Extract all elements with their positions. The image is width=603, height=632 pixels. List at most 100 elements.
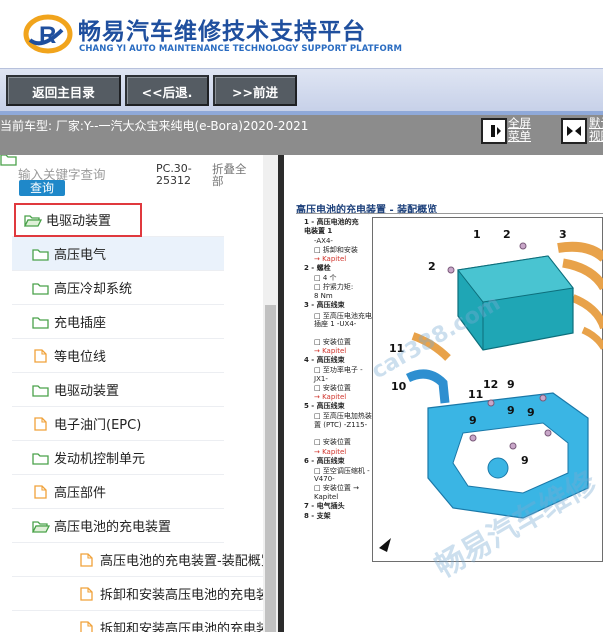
tree-item-label: 高压电池的充电装置: [54, 520, 172, 535]
callout-label: 9: [527, 406, 535, 419]
legend-entry: 3 - 高压线束: [304, 301, 345, 310]
legend-entry: 7 - 电气插头: [304, 502, 345, 511]
legend-entry: 4 - 高压线束: [304, 356, 345, 364]
default-view-link[interactable]: 默认 视图: [589, 117, 603, 143]
legend-entry: □ 至功率电子 -JX1-: [314, 366, 363, 383]
tree-item-label: 充电插座: [54, 316, 107, 331]
legend-entry: → Kapitel: [314, 447, 347, 456]
tree-item-label: 高压电气: [54, 248, 107, 263]
legend-entry: □ 至高压电池充电插座 1 -UX4-: [314, 311, 372, 329]
tree-item[interactable]: 电子油门(EPC): [12, 407, 224, 441]
callout-label: 9: [507, 404, 515, 417]
tree-item[interactable]: 高压电池的充电装置-装配概览: [12, 543, 274, 577]
callout-label: 11: [468, 388, 484, 401]
tree-item-label: 等电位线: [54, 350, 107, 365]
legend-entry: → Kapitel: [314, 346, 347, 355]
tree-item-label: 高压电池的充电装置-装配概览: [100, 554, 274, 569]
document-icon: [32, 416, 50, 431]
tree-item-label: 高压冷却系统: [54, 282, 133, 297]
tree-item[interactable]: 高压冷却系统: [12, 271, 224, 305]
tree-item-label: 发动机控制单元: [54, 452, 146, 467]
callout-label: 1: [473, 228, 481, 241]
current-car-label: 当前车型: 厂家:Y--一汽大众宝来纯电(e-Bora)2020-2021: [0, 119, 309, 133]
document-icon: [32, 484, 50, 499]
folder-icon: [0, 155, 18, 170]
pc-code-label: PC.30- 25312: [156, 163, 192, 187]
legend-entry: 1 - 高压电池的充电装置 1: [304, 218, 359, 235]
tree-item-label: 电子油门(EPC): [54, 418, 142, 433]
tree-item[interactable]: 拆卸和安装高压电池的充电装置: [12, 577, 278, 611]
pc-code-line2: 25312: [156, 174, 191, 187]
current-car-bar: 当前车型: 厂家:Y--一汽大众宝来纯电(e-Bora)2020-2021 全屏…: [0, 115, 603, 155]
callout-label: 2: [428, 260, 436, 273]
selection-highlight-box: [14, 203, 142, 237]
callout-label: 2: [503, 228, 511, 241]
svg-text:R: R: [39, 22, 56, 49]
folder-icon: [32, 451, 50, 465]
legend-entry: □ 安装位置: [314, 337, 351, 346]
tree-item-label: 拆卸和安装高压电池的充电装置: [100, 622, 278, 632]
callout-label: 3: [559, 228, 567, 241]
default-view-icon[interactable]: [561, 118, 587, 144]
legend-entry: 8 - 支架: [304, 512, 331, 521]
tree-item[interactable]: 拆卸和安装高压电池的充电装置: [12, 611, 278, 632]
home-button[interactable]: 返回主目录: [6, 75, 121, 106]
left-nav-panel: 输入关键字查询 查询 PC.30- 25312 折叠全 部 电驱动装置 高压电气高…: [0, 155, 278, 632]
forward-button[interactable]: >>前进: [213, 75, 297, 106]
collapse-line2: 部: [212, 174, 224, 188]
folder-icon: [32, 315, 50, 329]
callout-label: 9: [469, 414, 477, 427]
legend-entry: □ 至空调压缩机 -V470-: [314, 466, 370, 484]
tree-item[interactable]: 发动机控制单元: [12, 441, 224, 475]
callout-label: 9: [521, 454, 529, 467]
legend-entry: → Kapitel: [314, 392, 347, 401]
legend-entry: □ 安装位置 → Kapitel: [314, 484, 359, 501]
legend-entry: □ 安装位置: [314, 438, 351, 447]
default-link-line2: 视图: [589, 129, 603, 143]
document-icon: [32, 348, 50, 363]
document-icon: [78, 552, 96, 567]
scrollbar-thumb[interactable]: [265, 305, 276, 632]
logo-icon: R: [22, 10, 74, 56]
site-subtitle: CHANG YI AUTO MAINTENANCE TECHNOLOGY SUP…: [79, 44, 403, 54]
tree-item[interactable]: 高压电池的充电装置: [12, 509, 224, 543]
legend-entry: → Kapitel: [314, 254, 347, 263]
document-icon: [78, 586, 96, 601]
tree-item[interactable]: 高压电气: [12, 237, 224, 271]
folder-icon: [32, 247, 50, 261]
document-pane: 高压电池的充电装置 - 装配概览 1 - 高压电池的充电装置 1 -AX4- □ 拆…: [284, 155, 603, 632]
header-banner: R 畅易汽车维修技术支持平台 CHANG YI AUTO MAINTENANCE…: [0, 0, 603, 68]
tree-item-label: 拆卸和安装高压电池的充电装置: [100, 588, 278, 603]
folder-open-icon: [31, 519, 51, 533]
tree-item-label: 电驱动装置: [54, 384, 120, 399]
callout-label: 9: [507, 378, 515, 391]
tree-item[interactable]: 等电位线: [12, 339, 224, 373]
collapse-all-link[interactable]: 折叠全 部: [212, 163, 247, 187]
legend-entry: 8 Nm: [314, 292, 333, 301]
legend-entry: □ 拧紧力矩:: [314, 283, 354, 292]
fullscreen-icon[interactable]: [481, 118, 507, 144]
tree-item[interactable]: 高压部件: [12, 475, 224, 509]
legend-entry: □ 安装位置: [314, 383, 351, 392]
back-button[interactable]: <<后退.: [125, 75, 209, 106]
legend-entry: -AX4-: [314, 236, 333, 245]
tree-item[interactable]: 电驱动装置: [12, 373, 224, 407]
title-rule: [296, 213, 603, 214]
site-title: 畅易汽车维修技术支持平台: [78, 19, 366, 45]
vertical-scrollbar[interactable]: [263, 155, 278, 632]
folder-icon: [32, 281, 50, 295]
tree-item-label: 高压部件: [54, 486, 107, 501]
legend-entry: □ 拆卸和安装: [314, 245, 358, 254]
legend-entry: 2 - 螺栓: [304, 264, 331, 272]
legend-entry: 6 - 高压线束: [304, 456, 345, 465]
tree-item[interactable]: 充电插座: [12, 305, 224, 339]
legend-entry: □ 4 个: [314, 274, 337, 283]
fullscreen-link-line2: 菜单: [508, 129, 531, 143]
fullscreen-menu-link[interactable]: 全屏 菜单: [508, 117, 531, 143]
navigation-bar: 返回主目录 <<后退. >>前进: [0, 68, 603, 113]
legend-entry: □ 至高压电加热装置 (PTC) -Z115-: [314, 412, 372, 429]
callout-label: 12: [483, 378, 499, 391]
callout-label: 10: [391, 380, 407, 393]
query-button[interactable]: 查询: [19, 180, 65, 196]
folder-icon: [32, 383, 50, 397]
